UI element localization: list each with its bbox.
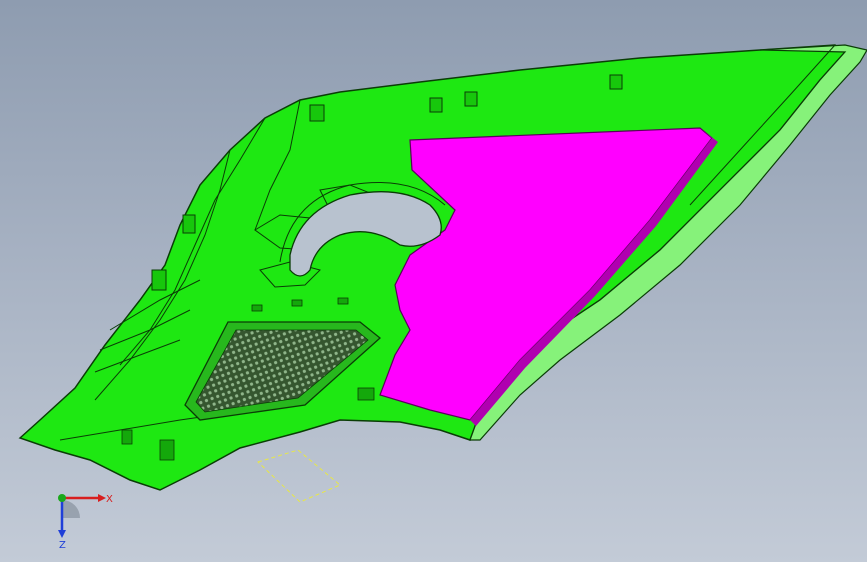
z-axis-label: Z [59,540,66,550]
cad-3d-viewport[interactable]: X Z [0,0,867,562]
y-axis-dot-icon [58,494,66,502]
z-arrowhead-icon [58,530,66,538]
triad-quadrant-icon [62,500,80,518]
selection-bounding-box[interactable] [257,449,341,503]
x-axis-label: X [106,494,113,505]
orientation-triad[interactable]: X Z [40,480,120,550]
trim-panel-model[interactable] [0,0,867,562]
x-arrowhead-icon [98,494,106,502]
